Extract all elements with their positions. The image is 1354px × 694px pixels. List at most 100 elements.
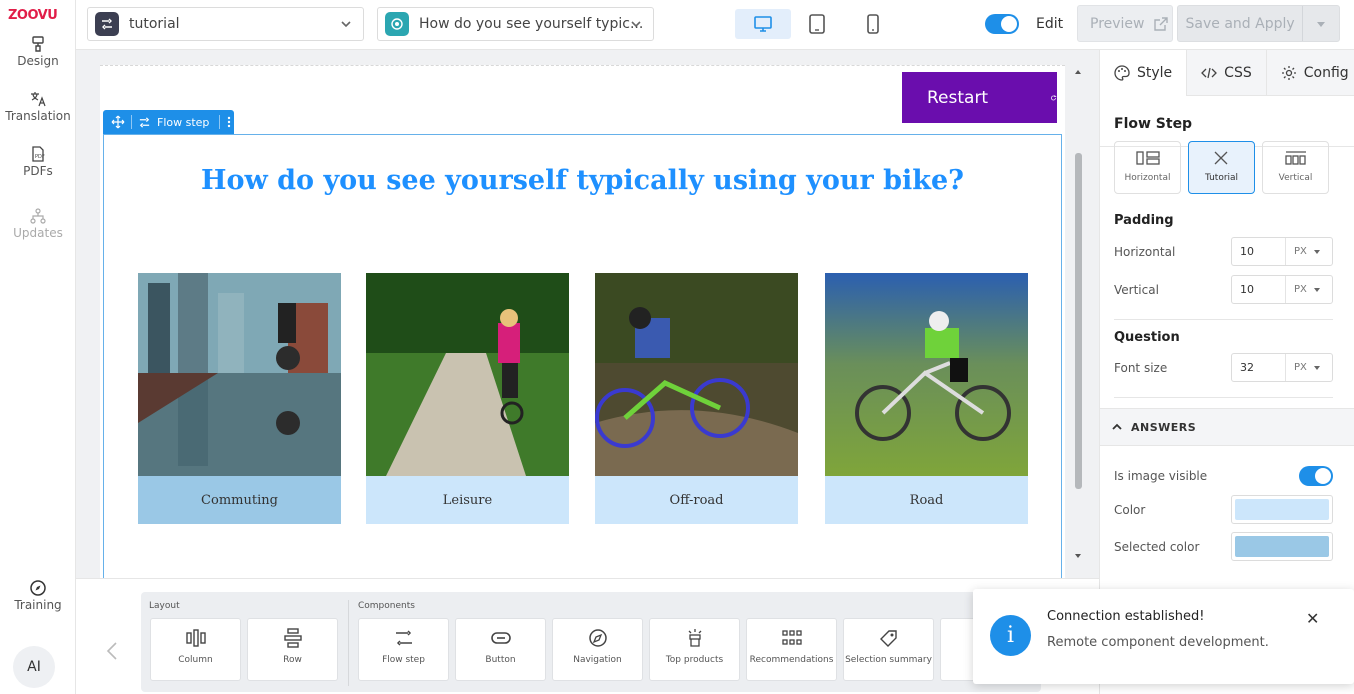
nav-design-label: Design xyxy=(17,54,59,68)
component-navigation[interactable]: Navigation xyxy=(552,618,643,681)
vertical-padding-value[interactable]: 10 xyxy=(1232,276,1286,303)
answer-card-leisure[interactable]: Leisure xyxy=(366,273,569,524)
tab-style-label: Style xyxy=(1137,65,1173,81)
tablet-view-button[interactable] xyxy=(789,9,845,39)
answer-card-road[interactable]: Road xyxy=(825,273,1028,524)
nav-translation[interactable]: Translation xyxy=(0,91,76,123)
unit-select[interactable]: PX xyxy=(1286,284,1321,295)
scrollbar-thumb[interactable] xyxy=(1075,153,1082,489)
horizontal-layout-icon xyxy=(1135,151,1160,165)
scroll-up-icon[interactable] xyxy=(1074,69,1082,75)
tab-css[interactable]: CSS xyxy=(1187,50,1267,96)
tab-style[interactable]: Style xyxy=(1100,50,1188,96)
layout-option-label: Horizontal xyxy=(1124,173,1171,183)
component-column[interactable]: Column xyxy=(150,618,241,681)
nav-design[interactable]: Design xyxy=(0,36,76,68)
step-select-value: How do you see yourself typic... xyxy=(419,16,644,32)
component-button-label: Button xyxy=(485,655,516,665)
vertical-padding-input[interactable]: 10 PX xyxy=(1231,275,1333,304)
caret-down-icon xyxy=(1317,21,1326,27)
nav-updates[interactable]: Updates xyxy=(0,208,76,240)
selected-color-label: Selected color xyxy=(1114,540,1200,554)
group-divider xyxy=(348,600,349,686)
component-button[interactable]: Button xyxy=(455,618,546,681)
horizontal-padding-input[interactable]: 10 PX xyxy=(1231,237,1333,266)
layout-group-label: Layout xyxy=(149,601,180,611)
horizontal-padding-value[interactable]: 10 xyxy=(1232,238,1286,265)
answer-color-picker[interactable] xyxy=(1231,495,1333,524)
edit-label: Edit xyxy=(1036,16,1064,32)
save-options-dropdown[interactable] xyxy=(1302,6,1339,41)
components-group-label: Components xyxy=(358,601,415,611)
commuting-image xyxy=(138,273,341,476)
flow-badge-label: Flow step xyxy=(157,115,210,129)
preview-button[interactable]: Preview xyxy=(1077,5,1173,42)
unit-label: PX xyxy=(1294,246,1307,257)
unit-select[interactable]: PX xyxy=(1286,362,1321,373)
save-and-apply-button[interactable]: Save and Apply xyxy=(1177,5,1340,42)
toast-title: Connection established! xyxy=(1047,609,1205,624)
chevron-down-icon xyxy=(631,21,641,28)
off-road-image xyxy=(595,273,798,476)
font-size-label: Font size xyxy=(1114,361,1168,375)
selected-color-swatch xyxy=(1235,536,1329,557)
component-bar: Layout Components Column Row Flow step B… xyxy=(76,578,1099,694)
flow-icon xyxy=(95,12,119,36)
leisure-image xyxy=(366,273,569,476)
component-top-products-label: Top products xyxy=(665,655,724,665)
scroll-down-icon[interactable] xyxy=(1074,553,1082,559)
move-icon[interactable] xyxy=(111,115,125,129)
component-row[interactable]: Row xyxy=(247,618,338,681)
svg-text:PDF: PDF xyxy=(35,154,45,160)
close-icon[interactable]: ✕ xyxy=(1306,609,1319,628)
question-section-title: Question xyxy=(1114,330,1180,345)
color-swatch xyxy=(1235,499,1329,520)
edit-toggle[interactable] xyxy=(985,14,1019,34)
nav-pdfs[interactable]: PDF PDFs xyxy=(0,146,76,178)
component-column-label: Column xyxy=(178,655,213,665)
unit-select[interactable]: PX xyxy=(1286,246,1321,257)
desktop-view-button[interactable] xyxy=(735,9,791,39)
canvas-scrollbar[interactable] xyxy=(1073,65,1085,578)
answer-card-commuting[interactable]: Commuting xyxy=(138,273,341,524)
save-label: Save and Apply xyxy=(1185,15,1295,32)
chevron-left-icon[interactable] xyxy=(106,641,118,661)
answers-header-label: ANSWERS xyxy=(1131,420,1197,434)
more-vertical-icon[interactable] xyxy=(226,115,232,129)
top-bar: tutorial How do you see yourself typic..… xyxy=(76,0,1354,50)
answer-label: Road xyxy=(825,476,1028,524)
component-selection-summary[interactable]: Selection summary xyxy=(843,618,934,681)
step-select[interactable]: How do you see yourself typic... xyxy=(377,7,654,41)
tab-config[interactable]: Config xyxy=(1267,50,1354,96)
translate-icon xyxy=(31,92,46,107)
selected-color-picker[interactable] xyxy=(1231,532,1333,561)
mobile-view-button[interactable] xyxy=(845,9,901,39)
image-visible-toggle[interactable] xyxy=(1299,466,1333,486)
flow-step-badge[interactable]: Flow step xyxy=(103,110,234,134)
row-icon xyxy=(283,628,302,648)
unit-label: PX xyxy=(1294,362,1307,373)
layout-option-tutorial[interactable]: Tutorial xyxy=(1188,141,1255,194)
ai-assistant-button[interactable]: AI xyxy=(13,646,55,688)
component-recommendations[interactable]: Recommendations xyxy=(746,618,837,681)
layout-option-vertical[interactable]: Vertical xyxy=(1262,141,1329,194)
restart-button[interactable]: Restart xyxy=(902,72,1057,123)
font-size-value[interactable]: 32 xyxy=(1232,354,1286,381)
layout-option-horizontal[interactable]: Horizontal xyxy=(1114,141,1181,194)
flow-step-icon xyxy=(139,116,150,128)
top-products-icon xyxy=(688,629,701,647)
component-flow-step[interactable]: Flow step xyxy=(358,618,449,681)
project-select[interactable]: tutorial xyxy=(87,7,364,41)
nav-translation-label: Translation xyxy=(5,109,71,123)
nav-training[interactable]: Training xyxy=(0,580,76,612)
component-top-products[interactable]: Top products xyxy=(649,618,740,681)
answer-card-off-road[interactable]: Off-road xyxy=(595,273,798,524)
vertical-padding-label: Vertical xyxy=(1114,283,1159,297)
external-link-icon xyxy=(1153,16,1168,31)
answers-section-header[interactable]: ANSWERS xyxy=(1100,408,1354,446)
flow-step-container[interactable]: How do you see yourself typically using … xyxy=(103,134,1062,579)
chevron-down-icon xyxy=(341,21,351,28)
info-icon: i xyxy=(990,615,1031,656)
font-size-input[interactable]: 32 PX xyxy=(1231,353,1333,382)
component-flow-step-label: Flow step xyxy=(382,655,425,665)
